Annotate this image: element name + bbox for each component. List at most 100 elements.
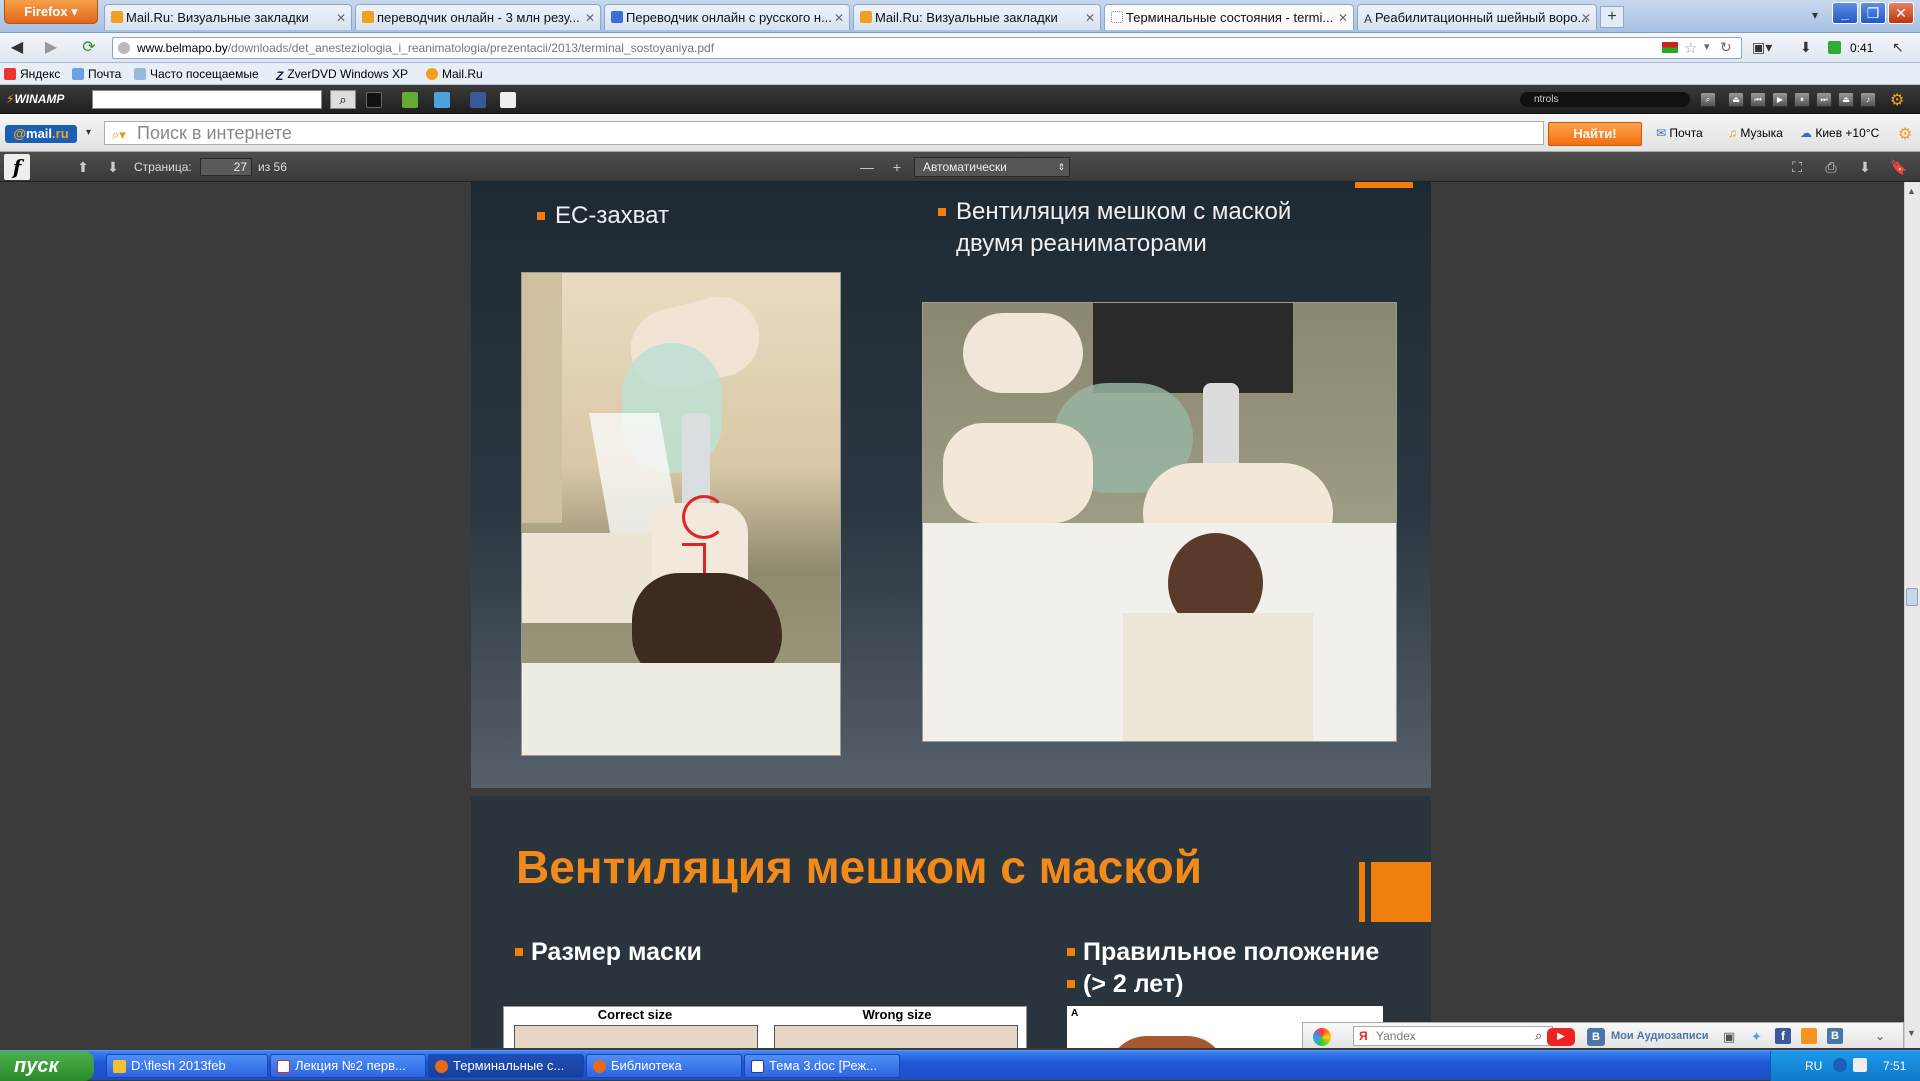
- tab-mailru-bookmarks-2[interactable]: Mail.Ru: Визуальные закладки ✕: [853, 4, 1101, 30]
- task-firefox-library[interactable]: Библиотека: [586, 1054, 742, 1078]
- tab-rehab-collar[interactable]: A Реабилитационный шейный воро... ✕: [1357, 4, 1597, 30]
- vertical-scrollbar[interactable]: ▲ ▼: [1904, 182, 1920, 1048]
- collapse-chevron-icon[interactable]: ⌄: [1875, 1029, 1885, 1043]
- winamp-next-icon[interactable]: ⏭: [1816, 92, 1832, 107]
- camera-icon[interactable]: ▣: [1723, 1029, 1735, 1045]
- mailru-find-button[interactable]: Найти!: [1548, 122, 1642, 146]
- twitter-icon[interactable]: [434, 92, 450, 108]
- print-icon[interactable]: ⎙: [1822, 158, 1840, 176]
- tab-list-chevron-icon[interactable]: ▾: [1812, 8, 1818, 22]
- fullscreen-icon[interactable]: ⛶: [1788, 158, 1806, 176]
- close-tab-icon[interactable]: ✕: [585, 5, 595, 30]
- winamp-volume-icon[interactable]: ♪: [1860, 92, 1876, 107]
- mailru-logo[interactable]: @mail.ru: [5, 125, 77, 143]
- new-tab-button[interactable]: +: [1600, 6, 1624, 28]
- close-tab-icon[interactable]: ✕: [1338, 5, 1348, 30]
- addon-icon[interactable]: [1828, 41, 1841, 54]
- address-bar[interactable]: www.belmapo.by/downloads/det_anesteziolo…: [112, 37, 1742, 59]
- zoom-out-button[interactable]: —: [858, 158, 876, 176]
- bookmark-zverdvd[interactable]: Z ZverDVD Windows XP: [276, 66, 408, 83]
- system-tray: RU 7:51: [1770, 1051, 1920, 1081]
- minimize-window-button[interactable]: _: [1832, 2, 1858, 24]
- site-identity-icon[interactable]: [118, 42, 130, 54]
- close-tab-icon[interactable]: ✕: [336, 5, 346, 30]
- close-tab-icon[interactable]: ✕: [1581, 5, 1591, 30]
- task-folder-flesh[interactable]: D:\flesh 2013feb: [106, 1054, 268, 1078]
- close-tab-icon[interactable]: ✕: [834, 5, 844, 30]
- bookmark-view-icon[interactable]: 🔖: [1890, 158, 1908, 176]
- download-pdf-icon[interactable]: ⬇: [1856, 158, 1874, 176]
- next-page-icon[interactable]: ⬇: [104, 158, 122, 176]
- winamp-open-icon[interactable]: ⏏: [1838, 92, 1854, 107]
- previous-page-icon[interactable]: ⬆: [74, 158, 92, 176]
- tab-translator-2[interactable]: Переводчик онлайн с русского н... ✕: [604, 4, 850, 30]
- mailru-search-input[interactable]: Поиск в интернете: [104, 121, 1544, 145]
- ebay-icon[interactable]: [500, 92, 516, 108]
- yandex-search-input[interactable]: Yandex: [1353, 1026, 1553, 1046]
- scroll-up-arrow-icon[interactable]: ▲: [1907, 186, 1916, 196]
- maximize-window-button[interactable]: ❐: [1860, 2, 1886, 24]
- scrollbar-thumb[interactable]: [1906, 588, 1918, 606]
- facebook-icon[interactable]: [470, 92, 486, 108]
- task-lecture-doc[interactable]: Лекция №2 перв...: [270, 1054, 426, 1078]
- winamp-search-button[interactable]: ⌕: [330, 90, 356, 109]
- mailru-mail-link[interactable]: ✉ Почта: [1656, 126, 1703, 140]
- winamp-play-icon[interactable]: ▶: [1772, 92, 1788, 107]
- winamp-app-icon[interactable]: [366, 92, 382, 108]
- android-icon[interactable]: [402, 92, 418, 108]
- tray-network-icon[interactable]: [1833, 1058, 1847, 1072]
- back-arrow-icon[interactable]: ◀: [6, 38, 28, 58]
- winamp-eject-icon[interactable]: ⏏: [1728, 92, 1744, 107]
- url-dropdown-icon[interactable]: ▾: [1704, 40, 1710, 53]
- settings-gear-icon[interactable]: ⚙: [1898, 124, 1912, 144]
- task-firefox-terminal[interactable]: Терминальные с...: [428, 1054, 584, 1078]
- vk-small-icon[interactable]: В: [1827, 1028, 1843, 1044]
- refresh-icon[interactable]: ↻: [1720, 39, 1732, 56]
- mailru-weather-link[interactable]: ☁ Киев +10°C: [1800, 126, 1879, 140]
- close-window-button[interactable]: ✕: [1888, 2, 1914, 24]
- pdfjs-logo-icon[interactable]: f: [4, 154, 30, 180]
- winamp-pause-icon[interactable]: ⏸: [1794, 92, 1810, 107]
- bookmark-yandex[interactable]: Яндекс: [4, 66, 60, 82]
- winamp-search-ctl-icon[interactable]: ⌕: [1700, 92, 1716, 107]
- page-number-input[interactable]: 27: [200, 158, 252, 176]
- pdf-viewer-canvas[interactable]: EC-захват Вентиляция мешком с маской дву…: [0, 182, 1904, 1048]
- winamp-logo[interactable]: ⚡WINAMP: [6, 92, 64, 106]
- bookmark-star-icon[interactable]: ☆: [1684, 39, 1697, 57]
- firefox-menu-button[interactable]: Firefox ▾: [4, 0, 98, 24]
- tab-label: Переводчик онлайн с русского н...: [626, 10, 832, 25]
- vk-icon[interactable]: В: [1587, 1028, 1605, 1046]
- bookmark-most-visited[interactable]: Часто посещаемые: [134, 66, 259, 82]
- settings-gear-icon[interactable]: ⚙: [1890, 90, 1904, 110]
- download-icon[interactable]: ⬇: [1800, 39, 1812, 56]
- zoom-value: Автоматически: [923, 160, 1007, 174]
- mailru-menu-chevron-icon[interactable]: ▾: [86, 127, 91, 138]
- task-word-tema3[interactable]: Тема 3.doc [Реж...: [744, 1054, 900, 1078]
- winamp-search-input[interactable]: [92, 90, 322, 109]
- reload-icon[interactable]: ⟳: [78, 38, 100, 58]
- odnoklassniki-icon[interactable]: [1801, 1028, 1817, 1044]
- vk-audio-link[interactable]: Мои Аудиозаписи: [1611, 1030, 1709, 1042]
- tab-terminal-states[interactable]: Терминальные состояния - termi... ✕: [1104, 4, 1354, 30]
- tray-volume-icon[interactable]: [1853, 1058, 1867, 1072]
- zoom-in-button[interactable]: +: [888, 158, 906, 176]
- tab-translator-1[interactable]: переводчик онлайн - 3 млн резу... ✕: [355, 4, 601, 30]
- winamp-prev-icon[interactable]: ⏮: [1750, 92, 1766, 107]
- bookmarks-menu-icon[interactable]: ▣▾: [1752, 39, 1772, 56]
- bookmark-mail[interactable]: Почта: [72, 66, 121, 82]
- tab-mailru-bookmarks-1[interactable]: Mail.Ru: Визуальные закладки ✕: [104, 4, 352, 30]
- youtube-icon[interactable]: ▶: [1547, 1028, 1575, 1046]
- scroll-down-arrow-icon[interactable]: ▼: [1907, 1028, 1916, 1038]
- forward-arrow-icon[interactable]: ▶: [40, 38, 62, 58]
- mailru-music-link[interactable]: ♫ Музыка: [1728, 126, 1783, 140]
- cursor-tool-icon[interactable]: ↖: [1892, 39, 1904, 56]
- facebook-icon[interactable]: f: [1775, 1028, 1791, 1044]
- search-icon[interactable]: ⌕: [1535, 1028, 1542, 1044]
- language-indicator[interactable]: RU: [1805, 1059, 1822, 1073]
- zoom-select[interactable]: Автоматически ⇕: [914, 157, 1070, 177]
- bookmark-mailru[interactable]: Mail.Ru: [426, 66, 483, 82]
- start-button[interactable]: пуск: [0, 1051, 94, 1081]
- twitter-icon[interactable]: ✦: [1751, 1029, 1762, 1045]
- yandex-browser-icon[interactable]: [1313, 1028, 1331, 1046]
- close-tab-icon[interactable]: ✕: [1085, 5, 1095, 30]
